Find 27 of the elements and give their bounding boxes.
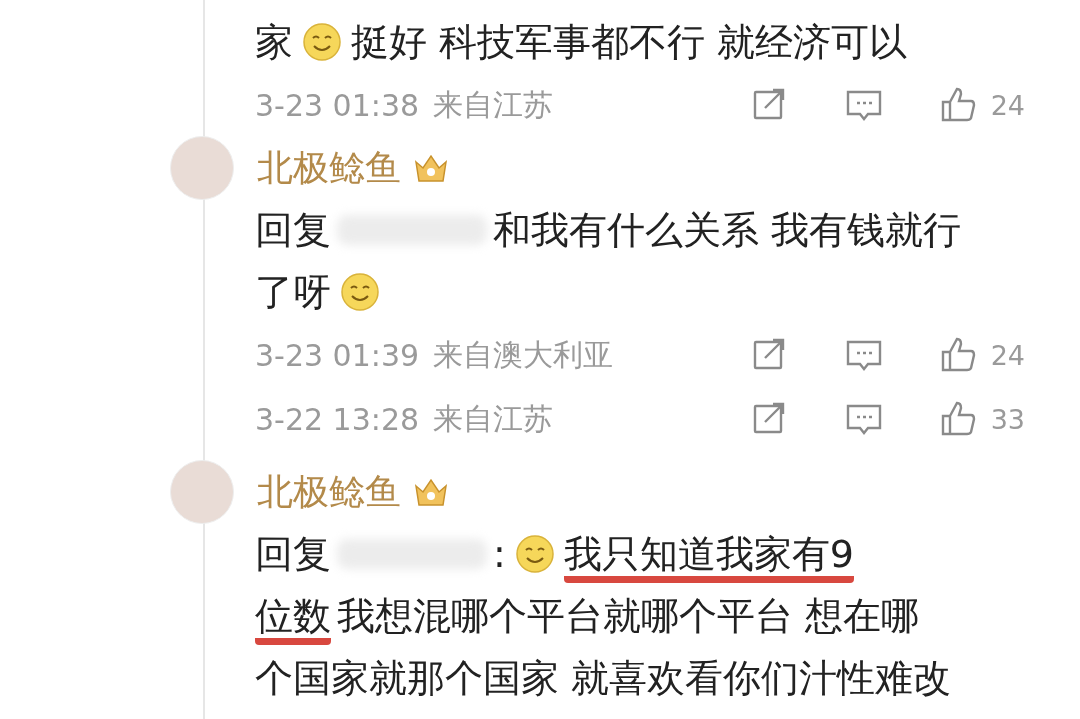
- comment-text: 回复: [255, 532, 331, 578]
- comment-time: 3-23 01:39: [255, 337, 420, 373]
- comment-location: 来自江苏: [433, 399, 554, 438]
- crown-badge-icon: [413, 476, 449, 508]
- crown-badge-icon: [413, 152, 449, 184]
- comment-text: 我想混哪个平台就哪个平台 想在哪: [337, 594, 920, 640]
- comment-text: 挺好 科技军事都不行 就经济可以: [351, 20, 908, 66]
- comment-text: 了呀: [255, 270, 331, 316]
- like-count: 33: [990, 403, 1025, 435]
- comment-text: 个国家就那个国家 就喜欢看你们汁性难改: [255, 656, 952, 702]
- emoji-icon: [514, 534, 555, 574]
- comment-text: 我只知道我家有9: [563, 532, 854, 583]
- comment-text: 家: [255, 20, 293, 66]
- comment-text: :: [493, 532, 506, 578]
- comment-time: 3-22 13:28: [255, 401, 420, 437]
- comment-location: 来自江苏: [433, 85, 554, 124]
- comment-text: 位数: [255, 594, 331, 645]
- comment-time: 3-23 01:38: [255, 87, 420, 123]
- emoji-icon: [340, 272, 380, 312]
- comment-text: 和我有什么关系 我有钱就行: [493, 208, 962, 254]
- username[interactable]: 北极鲶鱼: [257, 143, 401, 193]
- comment-location: 来自澳大利亚: [433, 335, 614, 374]
- like-count: 24: [990, 339, 1025, 371]
- comment-text: 回复: [255, 208, 331, 254]
- emoji-icon: [302, 22, 342, 62]
- username[interactable]: 北极鲶鱼: [257, 467, 401, 517]
- like-count: 24: [990, 89, 1025, 121]
